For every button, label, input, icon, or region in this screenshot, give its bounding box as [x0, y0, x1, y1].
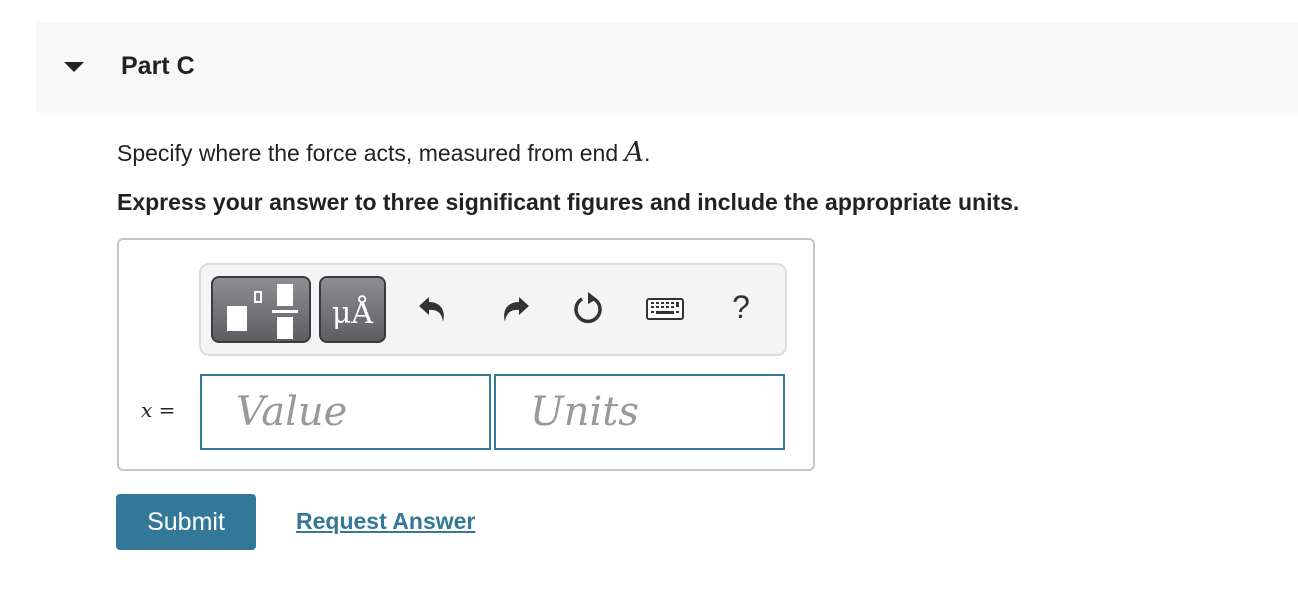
undo-button[interactable] — [415, 289, 455, 329]
variable-label: x = — [141, 398, 175, 422]
math-toolbar: μÅ ? — [199, 263, 787, 356]
value-input[interactable] — [200, 374, 491, 450]
answer-instruction: Express your answer to three significant… — [117, 189, 1020, 215]
variable-symbol: x — [141, 398, 153, 422]
templates-button[interactable] — [211, 276, 311, 343]
prompt-end: . — [644, 140, 651, 166]
collapse-caret-icon[interactable] — [64, 62, 84, 72]
prompt-text: Specify where the force acts, measured f… — [117, 140, 625, 166]
undo-icon — [419, 297, 444, 322]
keyboard-icon — [646, 298, 684, 320]
part-header[interactable]: Part C — [36, 22, 1298, 113]
equals-sign: = — [158, 398, 176, 422]
submit-button[interactable]: Submit — [116, 494, 256, 550]
help-button[interactable]: ? — [721, 287, 761, 327]
prompt-math-variable: A — [624, 137, 645, 168]
redo-icon — [504, 297, 529, 322]
units-button[interactable]: μÅ — [319, 276, 386, 343]
request-answer-link[interactable]: Request Answer — [296, 508, 475, 535]
answer-box: μÅ ? x = Value Units — [117, 238, 815, 471]
reset-icon — [574, 292, 602, 324]
question-prompt: Specify where the force acts, measured f… — [117, 137, 650, 168]
redo-button[interactable] — [493, 289, 533, 329]
keyboard-button[interactable] — [645, 289, 685, 329]
units-input[interactable] — [494, 374, 785, 450]
part-title: Part C — [121, 52, 195, 80]
reset-button[interactable] — [568, 289, 608, 329]
